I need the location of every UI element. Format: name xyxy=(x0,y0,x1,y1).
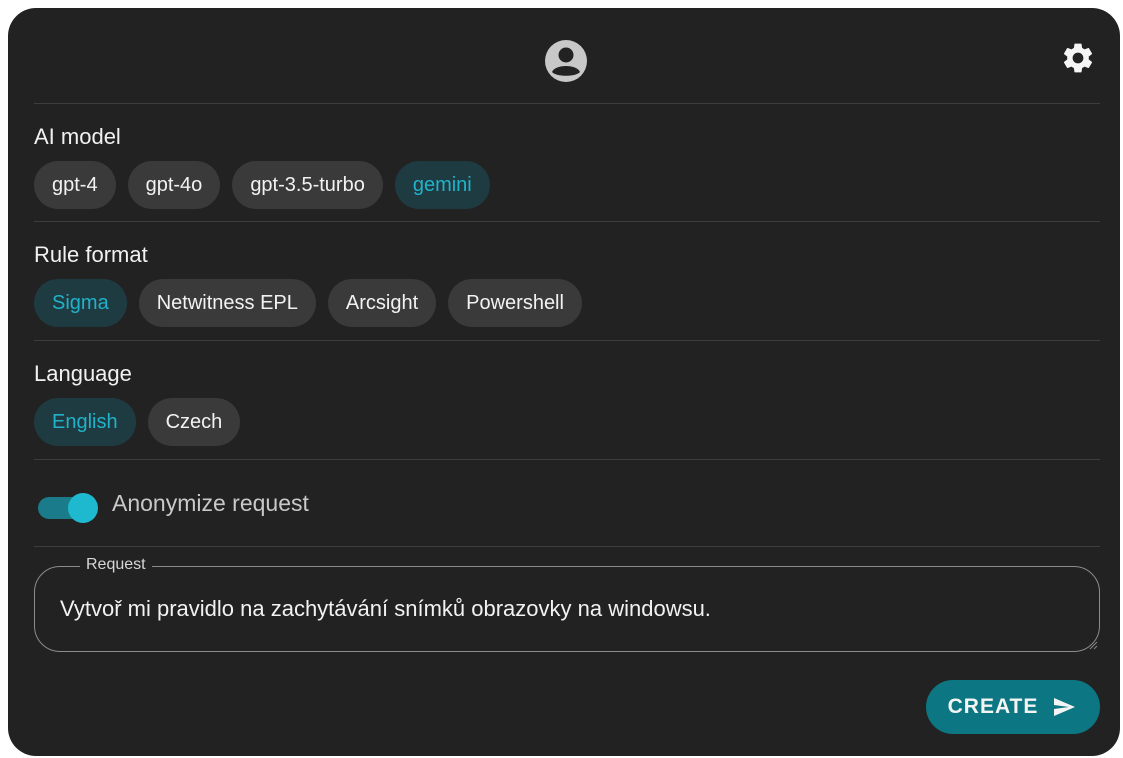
gear-icon[interactable] xyxy=(1060,40,1096,76)
anonymize-toggle[interactable] xyxy=(38,492,98,523)
divider xyxy=(34,221,1100,222)
chip-gemini[interactable]: gemini xyxy=(394,161,490,209)
toggle-thumb xyxy=(68,493,98,523)
language-chips: English Czech xyxy=(34,398,241,446)
chip-netwitness-epl[interactable]: Netwitness EPL xyxy=(138,279,316,327)
request-label: Request xyxy=(80,556,152,574)
chip-arcsight[interactable]: Arcsight xyxy=(327,279,437,327)
divider xyxy=(34,459,1100,460)
rule-format-chips: Sigma Netwitness EPL Arcsight Powershell xyxy=(34,279,582,327)
rule-generator-panel: AI model gpt-4 gpt-4o gpt-3.5-turbo gemi… xyxy=(8,8,1120,756)
chip-gpt-3-5-turbo[interactable]: gpt-3.5-turbo xyxy=(232,161,383,209)
account-circle-icon[interactable] xyxy=(544,39,588,83)
ai-model-title: AI model xyxy=(34,124,121,149)
divider xyxy=(34,340,1100,341)
create-button[interactable]: CREATE xyxy=(926,680,1100,734)
request-value[interactable]: Vytvoř mi pravidlo na zachytávání snímků… xyxy=(60,596,711,622)
anonymize-label: Anonymize request xyxy=(112,490,309,516)
divider xyxy=(34,546,1100,547)
rule-format-title: Rule format xyxy=(34,242,148,267)
chip-powershell[interactable]: Powershell xyxy=(448,279,582,327)
language-title: Language xyxy=(34,361,132,386)
chip-gpt-4[interactable]: gpt-4 xyxy=(34,161,116,209)
chip-czech[interactable]: Czech xyxy=(147,398,241,446)
ai-model-chips: gpt-4 gpt-4o gpt-3.5-turbo gemini xyxy=(34,161,490,209)
resize-grip-icon[interactable] xyxy=(1088,640,1098,650)
chip-sigma[interactable]: Sigma xyxy=(34,279,127,327)
chip-english[interactable]: English xyxy=(34,398,136,446)
send-icon xyxy=(1054,698,1076,716)
divider xyxy=(34,103,1100,104)
create-button-label: CREATE xyxy=(947,695,1039,718)
chip-gpt-4o[interactable]: gpt-4o xyxy=(127,161,221,209)
